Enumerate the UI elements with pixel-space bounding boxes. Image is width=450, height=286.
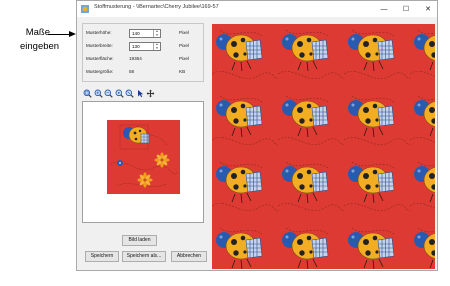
annotation-arrow-head — [69, 31, 76, 37]
spin-arrows-icon[interactable]: ▲ ▼ — [153, 42, 160, 50]
spin-arrows-icon[interactable]: ▲ ▼ — [153, 29, 160, 37]
move-icon[interactable] — [146, 89, 155, 98]
zoom-fit-icon[interactable] — [83, 89, 92, 98]
size-label: Mustergröße: — [86, 69, 114, 74]
width-stepper[interactable]: 130 ▲ ▼ — [129, 42, 161, 51]
width-value: 130 — [132, 44, 140, 49]
tiled-pattern-canvas[interactable] — [212, 24, 435, 269]
area-label: Musterfläche: — [86, 56, 114, 61]
save-as-button[interactable]: Speichern als... — [122, 251, 166, 262]
area-value: 19364 — [129, 56, 142, 61]
select-icon[interactable] — [136, 89, 145, 98]
tiled-pattern-graphic — [212, 24, 435, 269]
ladybug-motif — [123, 126, 150, 144]
width-unit: Pixel — [179, 43, 189, 48]
width-label: Musterbreite: — [86, 43, 113, 48]
window-title: Stoffmusterung - \\Bernartec\Cherry Jubi… — [94, 4, 219, 10]
maximize-button[interactable]: ☐ — [399, 3, 413, 15]
pattern-tile-graphic — [110, 124, 178, 188]
minimize-button[interactable]: — — [377, 3, 391, 15]
app-icon — [81, 5, 89, 13]
annotation-line-1: Maße — [25, 27, 50, 38]
zoom-1to1-icon[interactable] — [115, 89, 124, 98]
size-unit: KB — [179, 69, 186, 74]
height-unit: Pixel — [179, 30, 189, 35]
save-button[interactable]: Speichern — [85, 251, 119, 262]
size-value: 58 — [129, 69, 135, 74]
height-stepper[interactable]: 140 ▲ ▼ — [129, 29, 161, 38]
height-value: 140 — [132, 31, 140, 36]
pattern-tile-thumbnail — [107, 120, 180, 194]
close-button[interactable]: ✕ — [421, 3, 435, 15]
annotation-line-2: eingeben — [20, 41, 60, 52]
title-bar: Stoffmusterung - \\Bernartec\Cherry Jubi… — [77, 1, 437, 17]
zoom-toolbar — [83, 89, 155, 99]
fabric-pattern-window: Stoffmusterung - \\Bernartec\Cherry Jubi… — [76, 0, 438, 271]
zoom-in-icon[interactable] — [94, 89, 103, 98]
annotation-callout: Maße eingeben — [10, 27, 59, 52]
zoom-out-icon[interactable] — [104, 89, 113, 98]
area-unit: Pixel — [179, 56, 189, 61]
flower-motif — [137, 152, 170, 188]
pattern-preview-pane[interactable] — [82, 101, 204, 223]
height-label: Musterhöhe: — [86, 30, 112, 35]
pattern-dimensions-group: Musterhöhe: 140 ▲ ▼ Pixel Musterbreite: 1… — [82, 23, 204, 82]
zoom-window-icon[interactable] — [125, 89, 134, 98]
load-image-button[interactable]: Bild laden — [122, 235, 157, 246]
cancel-button[interactable]: Abbrechen — [171, 251, 207, 262]
screenshot-stage: Maße eingeben Stoffmusterung - \\Bernart… — [0, 0, 450, 286]
